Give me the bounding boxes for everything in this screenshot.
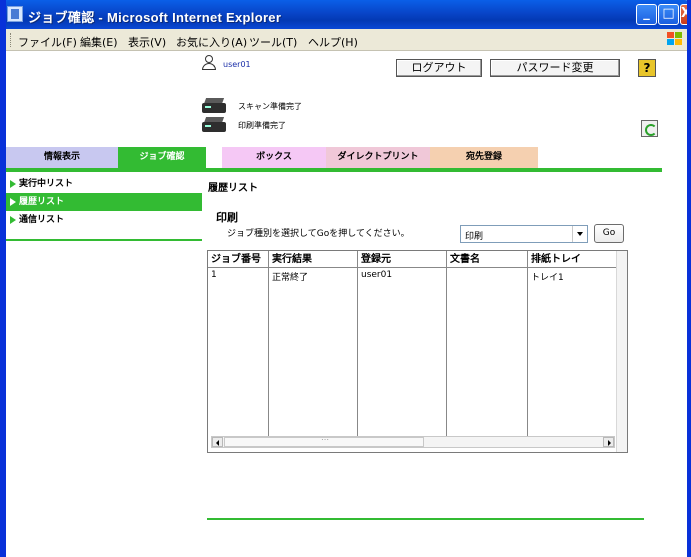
maximize-button[interactable]: □ xyxy=(658,4,679,25)
tab-info[interactable]: 情報表示 xyxy=(6,147,118,168)
sidebar-item-label: 履歴リスト xyxy=(19,197,65,207)
column-divider xyxy=(446,251,447,436)
sidebar-divider xyxy=(6,239,202,241)
logout-button[interactable]: ログアウト xyxy=(396,59,482,77)
password-change-button[interactable]: パスワード変更 xyxy=(490,59,620,77)
table-cell-output-tray: トレイ1 xyxy=(531,273,564,283)
column-header-job-number: ジョブ番号 xyxy=(208,251,268,268)
user-name: user01 xyxy=(223,60,251,69)
tab-box[interactable]: ボックス xyxy=(222,147,326,168)
bottom-divider xyxy=(207,518,644,520)
column-header-output-tray: 排紙トレイ xyxy=(528,251,616,268)
sidebar-item-label: 通信リスト xyxy=(19,215,65,225)
arrow-right-icon xyxy=(10,180,16,188)
sidebar-item-active-list[interactable]: 実行中リスト xyxy=(6,175,202,193)
window-border-right xyxy=(687,0,691,557)
tab-job-check[interactable]: ジョブ確認 xyxy=(118,147,206,168)
help-button[interactable]: ? xyxy=(638,59,656,77)
print-status-text: 印刷準備完了 xyxy=(238,121,286,130)
ie-page-icon xyxy=(7,6,23,22)
sidebar-item-history-list[interactable]: 履歴リスト xyxy=(6,193,202,211)
printer-icon xyxy=(202,117,226,133)
tab-underline xyxy=(6,168,662,172)
scan-status-text: スキャン準備完了 xyxy=(238,102,302,111)
table-cell-job-number: 1 xyxy=(211,270,217,280)
horizontal-scrollbar[interactable] xyxy=(211,435,615,448)
column-header-result: 実行結果 xyxy=(269,251,357,268)
menu-file[interactable]: ファイル(F) xyxy=(18,34,77,50)
menu-help[interactable]: ヘルプ(H) xyxy=(308,34,358,50)
arrow-right-icon xyxy=(10,198,16,206)
main-tabs: 情報表示 ジョブ確認 ボックス ダイレクトプリント 宛先登録 xyxy=(6,147,687,168)
window-title: ジョブ確認 - Microsoft Internet Explorer xyxy=(28,10,282,25)
scroll-right-icon[interactable] xyxy=(603,437,614,447)
column-header-source: 登録元 xyxy=(358,251,446,268)
refresh-icon[interactable] xyxy=(641,120,658,137)
minimize-button[interactable]: _ xyxy=(636,4,657,25)
go-button[interactable]: Go xyxy=(594,224,624,243)
scroll-left-icon[interactable] xyxy=(212,437,223,447)
history-table: ジョブ番号 実行結果 登録元 文書名 排紙トレイ 1 正常終了 user01 ト… xyxy=(207,250,628,453)
scrollbar-thumb[interactable] xyxy=(224,435,424,447)
chevron-down-icon[interactable] xyxy=(572,226,587,242)
tab-direct-print[interactable]: ダイレクトプリント xyxy=(326,147,430,168)
tab-address-register[interactable]: 宛先登録 xyxy=(430,147,538,168)
menu-view[interactable]: 表示(V) xyxy=(128,34,166,50)
page-title: 履歴リスト xyxy=(208,183,258,194)
windows-logo-icon xyxy=(665,31,683,47)
menu-grip[interactable] xyxy=(10,33,13,47)
menu-favorites[interactable]: お気に入り(A) xyxy=(176,34,247,50)
menu-edit[interactable]: 編集(E) xyxy=(80,34,118,50)
menu-bar: ファイル(F) 編集(E) 表示(V) お気に入り(A) ツール(T) ヘルプ(… xyxy=(6,29,687,51)
page-content: user01 ログアウト パスワード変更 ? スキャン準備完了 印刷準備完了 情… xyxy=(6,51,687,557)
user-icon xyxy=(202,55,216,71)
vertical-scrollbar[interactable] xyxy=(616,251,627,452)
job-type-select[interactable]: 印刷 xyxy=(460,225,588,243)
menu-tools[interactable]: ツール(T) xyxy=(249,34,297,50)
column-header-document-name: 文書名 xyxy=(447,251,527,268)
sidebar-item-communication-list[interactable]: 通信リスト xyxy=(6,211,202,229)
instruction-text: ジョブ種別を選択してGoを押してください。 xyxy=(227,229,410,239)
window-titlebar: ジョブ確認 - Microsoft Internet Explorer _ □ … xyxy=(0,0,691,29)
arrow-right-icon xyxy=(10,216,16,224)
sidebar-item-label: 実行中リスト xyxy=(19,179,74,189)
table-cell-result: 正常終了 xyxy=(272,273,309,283)
section-title: 印刷 xyxy=(216,211,238,224)
table-cell-source: user01 xyxy=(361,270,393,280)
scanner-icon xyxy=(202,98,226,114)
job-type-select-value: 印刷 xyxy=(465,232,484,242)
